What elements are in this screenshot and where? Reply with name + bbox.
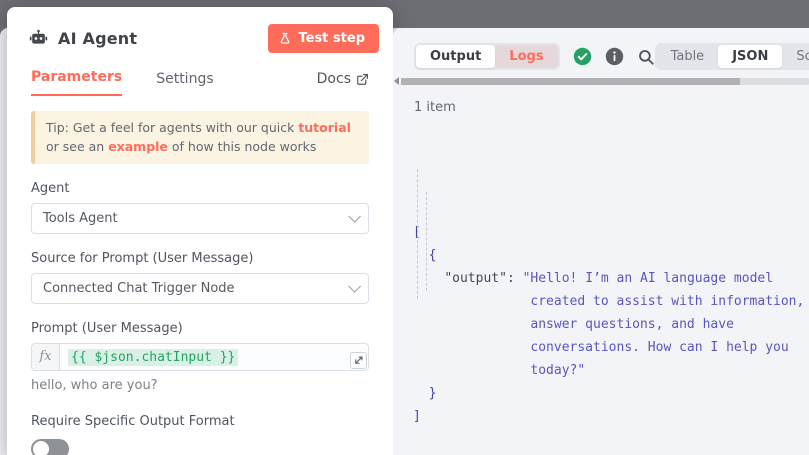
fx-badge: fx: [31, 343, 60, 371]
search-icon[interactable]: [637, 48, 655, 66]
tab-json[interactable]: JSON: [718, 45, 782, 68]
expand-expression-button[interactable]: [350, 352, 367, 369]
output-format-toggle[interactable]: [31, 439, 69, 455]
tutorial-link[interactable]: tutorial: [298, 120, 351, 135]
json-code: [ { "output": "Hello! I’m an AI language…: [413, 221, 809, 428]
chevron-down-icon: [348, 280, 361, 293]
output-format-label: Require Specific Output Format: [31, 414, 369, 429]
external-link-icon: [356, 73, 369, 86]
robot-icon: [29, 29, 48, 48]
parameters-body: Tip: Get a feel for agents with our quic…: [7, 96, 393, 455]
indent-guide: [426, 192, 427, 291]
view-tab-group: Table JSON Schema: [655, 43, 809, 70]
indent-guide: [417, 169, 418, 299]
expression-result-preview: hello, who are you?: [31, 378, 369, 393]
agent-select[interactable]: Tools Agent: [31, 203, 369, 234]
items-count: 1 item: [414, 100, 809, 115]
node-title: AI Agent: [58, 29, 137, 48]
output-toolbar: Output Logs Table JSON Schema: [393, 28, 809, 70]
scrollbar-thumb[interactable]: [401, 78, 740, 85]
agent-label: Agent: [31, 181, 369, 196]
example-link[interactable]: example: [108, 139, 168, 154]
source-label: Source for Prompt (User Message): [31, 251, 369, 266]
tab-schema[interactable]: Schema: [782, 45, 809, 68]
tip-callout: Tip: Get a feel for agents with our quic…: [31, 111, 369, 164]
toggle-knob: [33, 441, 49, 455]
output-panel: Output Logs Table JSON Schema 1 item [ {…: [393, 28, 809, 455]
json-viewer: [ { "output": "Hello! I’m an AI language…: [413, 129, 809, 455]
scroll-left-arrow-icon[interactable]: [394, 77, 399, 85]
tab-parameters[interactable]: Parameters: [31, 69, 122, 96]
success-check-icon: [573, 47, 592, 66]
tab-logs[interactable]: Logs: [495, 45, 557, 68]
flask-icon: [279, 32, 291, 45]
prompt-label: Prompt (User Message): [31, 321, 369, 336]
prompt-expression-field: fx {{ $json.chatInput }}: [31, 343, 369, 371]
tab-output[interactable]: Output: [416, 45, 495, 68]
scrollbar-track[interactable]: [401, 78, 809, 85]
horizontal-scrollbar: [393, 77, 809, 85]
run-tab-group: Output Logs: [414, 43, 560, 70]
docs-link[interactable]: Docs: [317, 71, 369, 96]
expression-input[interactable]: {{ $json.chatInput }}: [60, 343, 369, 371]
node-settings-panel: AI Agent Test step Parameters Settings D…: [7, 7, 393, 455]
test-step-button[interactable]: Test step: [268, 24, 379, 53]
source-select[interactable]: Connected Chat Trigger Node: [31, 273, 369, 304]
tab-table[interactable]: Table: [657, 45, 719, 68]
info-icon[interactable]: [605, 47, 624, 66]
chevron-down-icon: [348, 210, 361, 223]
node-header: AI Agent Test step: [7, 7, 393, 53]
node-tabs: Parameters Settings Docs: [7, 53, 393, 96]
tab-settings[interactable]: Settings: [156, 71, 213, 96]
